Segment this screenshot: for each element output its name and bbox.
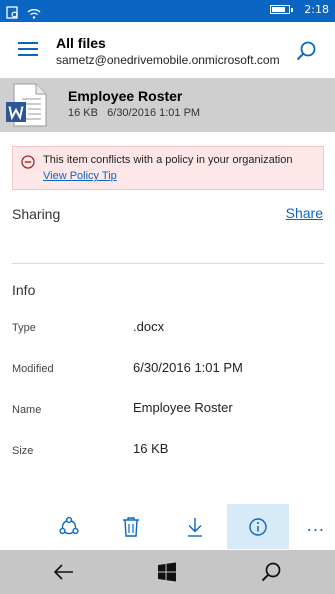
- system-nav-bar: [0, 550, 335, 594]
- file-modified: 6/30/2016 1:01 PM: [107, 107, 201, 119]
- size-label: Size: [12, 445, 34, 457]
- wifi-icon: [27, 4, 41, 23]
- page-title: All files: [56, 35, 106, 51]
- modified-label: Modified: [12, 363, 54, 375]
- hamburger-menu-icon[interactable]: [18, 42, 38, 56]
- windows-start-icon[interactable]: [154, 560, 180, 584]
- file-banner: Employee Roster 16 KB 6/30/2016 1:01 PM: [0, 78, 335, 132]
- modified-value: 6/30/2016 1:01 PM: [133, 360, 243, 375]
- info-heading: Info: [12, 282, 36, 298]
- minus-circle-icon: [21, 154, 35, 169]
- nav-search-icon[interactable]: [258, 560, 284, 584]
- search-icon[interactable]: [295, 40, 317, 62]
- download-icon[interactable]: [164, 504, 226, 549]
- status-time: 2:18: [304, 3, 329, 16]
- battery-icon: [270, 5, 294, 14]
- info-icon[interactable]: [227, 504, 289, 549]
- name-value: Employee Roster: [133, 400, 233, 415]
- status-bar: 2:18: [0, 0, 335, 22]
- file-name: Employee Roster: [68, 88, 183, 104]
- account-email: sametz@onedrivemobile.onmicrosoft.com: [56, 53, 280, 67]
- more-options-icon[interactable]: ...: [307, 516, 325, 535]
- word-document-icon: [6, 82, 48, 128]
- policy-message: This item conflicts with a policy in you…: [43, 154, 293, 166]
- name-label: Name: [12, 404, 42, 416]
- divider: [12, 263, 324, 264]
- size-value: 16 KB: [133, 441, 169, 456]
- view-policy-tip-link[interactable]: View Policy Tip: [43, 170, 117, 182]
- sharing-heading: Sharing: [12, 206, 61, 222]
- type-label: Type: [12, 322, 36, 334]
- file-size: 16 KB: [68, 107, 98, 119]
- delete-icon[interactable]: [100, 504, 162, 549]
- share-link[interactable]: Share: [286, 205, 323, 221]
- app-bar: ...: [0, 504, 335, 550]
- back-icon[interactable]: [51, 560, 77, 584]
- type-value: .docx: [133, 319, 165, 334]
- notification-icon: [6, 4, 19, 23]
- app-header: All files sametz@onedrivemobile.onmicros…: [0, 22, 335, 78]
- policy-warning: This item conflicts with a policy in you…: [12, 146, 324, 190]
- share-icon[interactable]: [38, 504, 100, 549]
- file-meta: 16 KB 6/30/2016 1:01 PM: [68, 107, 200, 119]
